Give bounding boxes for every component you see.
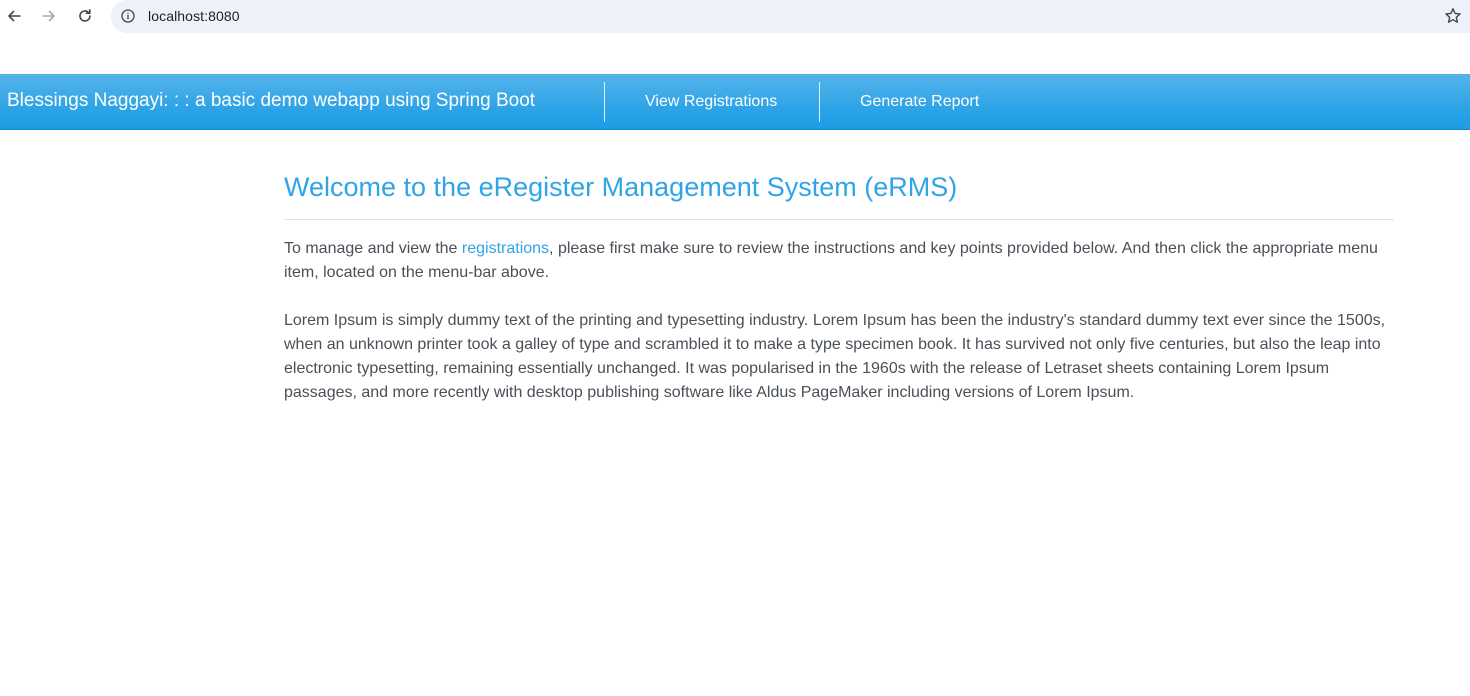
body-paragraph: Lorem Ipsum is simply dummy text of the … bbox=[284, 312, 1386, 401]
url-text[interactable]: localhost:8080 bbox=[148, 8, 240, 24]
nav-generate-report[interactable]: Generate Report bbox=[860, 93, 979, 111]
navbar-divider bbox=[604, 82, 605, 122]
browser-toolbar: localhost:8080 bbox=[0, 0, 1470, 33]
intro-text-before: To manage and view the bbox=[284, 240, 462, 257]
navbar-brand[interactable]: Blessings Naggayi: : : a basic demo weba… bbox=[7, 90, 535, 112]
title-divider bbox=[284, 219, 1394, 220]
forward-arrow-icon bbox=[42, 10, 55, 22]
back-button[interactable] bbox=[3, 5, 25, 27]
reload-icon bbox=[79, 9, 91, 22]
site-info-icon[interactable] bbox=[121, 9, 135, 23]
address-bar[interactable]: localhost:8080 bbox=[111, 0, 1470, 33]
nav-view-registrations[interactable]: View Registrations bbox=[645, 93, 777, 111]
back-arrow-icon bbox=[8, 10, 21, 22]
main-content: Welcome to the eRegister Management Syst… bbox=[284, 165, 1394, 405]
bookmark-star-icon[interactable] bbox=[1444, 7, 1462, 25]
forward-button[interactable] bbox=[38, 5, 60, 27]
registrations-link[interactable]: registrations bbox=[462, 240, 549, 257]
app-navbar: Blessings Naggayi: : : a basic demo weba… bbox=[0, 74, 1470, 130]
intro-paragraph: To manage and view the registrations, pl… bbox=[284, 237, 1394, 285]
navbar-divider bbox=[819, 82, 820, 122]
reload-button[interactable] bbox=[74, 5, 96, 27]
page-title: Welcome to the eRegister Management Syst… bbox=[284, 172, 958, 202]
